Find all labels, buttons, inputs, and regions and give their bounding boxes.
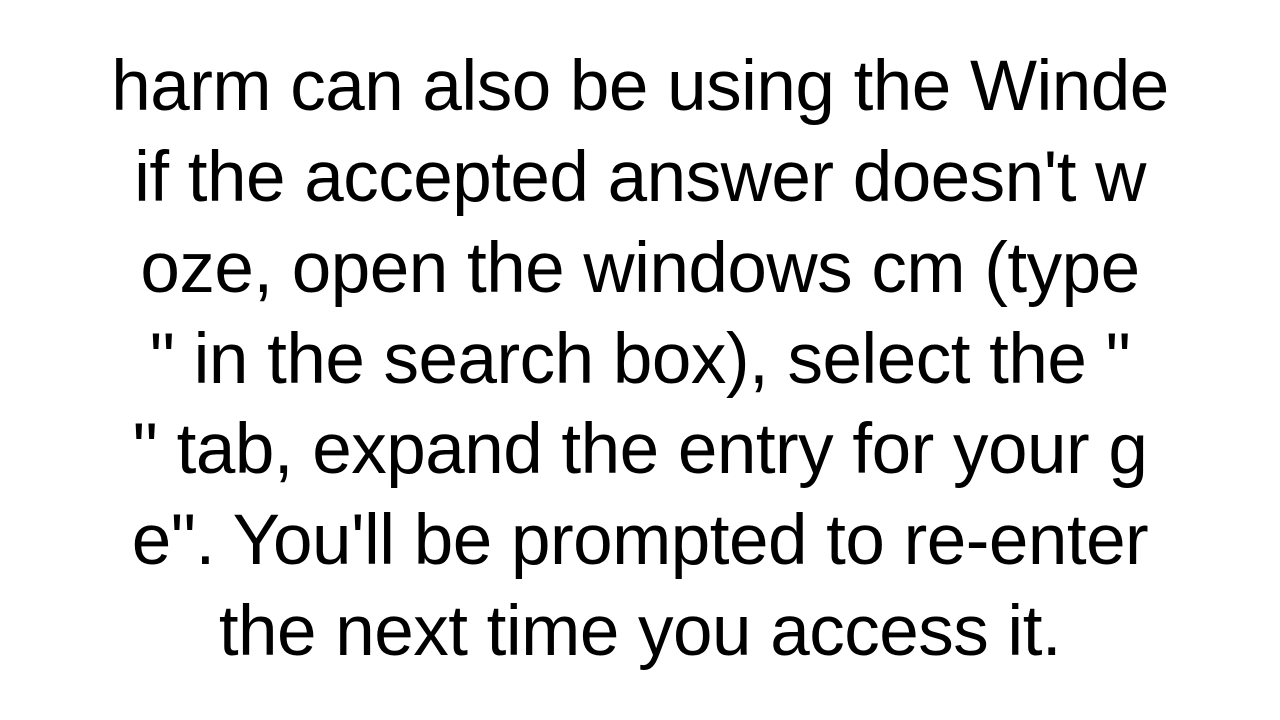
cropped-instruction-text: harm can also be using the Winde if the … (111, 42, 1169, 678)
